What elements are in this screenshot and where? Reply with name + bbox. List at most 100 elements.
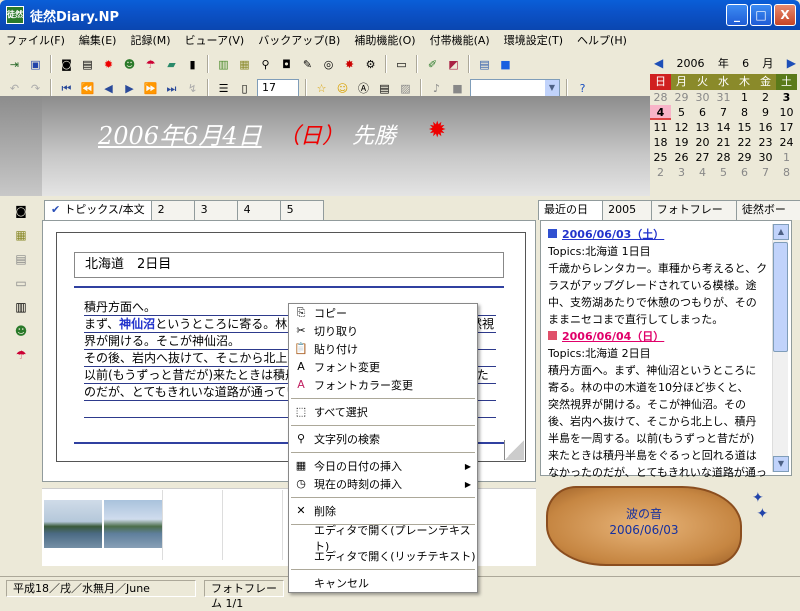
- calendar-day[interactable]: 14: [713, 120, 734, 135]
- calendar-day[interactable]: 27: [692, 150, 713, 165]
- diary-entry-link[interactable]: 2006/06/04（日）: [548, 328, 768, 345]
- media-select[interactable]: [470, 79, 560, 97]
- calendar-day[interactable]: 31: [713, 90, 734, 105]
- last-icon[interactable]: ⏭: [163, 80, 180, 97]
- calendar-day[interactable]: 10: [776, 105, 797, 120]
- smiley-icon[interactable]: ☺: [334, 80, 351, 97]
- context-menu-item[interactable]: ✕ 削除: [289, 502, 477, 520]
- prev-icon[interactable]: ◀: [100, 80, 117, 97]
- chart-icon[interactable]: ◩: [445, 56, 462, 73]
- page-curl-icon[interactable]: [504, 440, 524, 460]
- next-month-icon[interactable]: ▶: [787, 56, 796, 70]
- weather-sun-icon[interactable]: ✹: [428, 120, 450, 142]
- calendar-day[interactable]: 1: [734, 90, 755, 105]
- burst-icon[interactable]: ✸: [341, 56, 358, 73]
- calendar-day[interactable]: 30: [692, 90, 713, 105]
- photo-slot[interactable]: [222, 490, 280, 560]
- scroll-down-icon[interactable]: ▼: [773, 456, 789, 472]
- calendar-day[interactable]: 24: [776, 135, 797, 150]
- calendar-day[interactable]: 21: [713, 135, 734, 150]
- calendar-day[interactable]: 28: [650, 90, 671, 105]
- first-icon[interactable]: ⏮: [58, 80, 75, 97]
- calendar-day[interactable]: 12: [671, 120, 692, 135]
- clipboard-icon[interactable]: ▥: [12, 298, 30, 316]
- jump-icon[interactable]: ↯: [184, 80, 201, 97]
- context-menu-item[interactable]: ⚲ 文字列の検索: [289, 430, 477, 448]
- calendar-day[interactable]: 4: [650, 105, 671, 120]
- calendar-day[interactable]: 5: [713, 165, 734, 180]
- calendar-day[interactable]: 25: [650, 150, 671, 165]
- list-icon[interactable]: ☰: [215, 80, 232, 97]
- calendar-day[interactable]: 9: [755, 105, 776, 120]
- tab-3[interactable]: 3: [193, 200, 238, 220]
- calendar-day[interactable]: 2: [650, 165, 671, 180]
- menu-file[interactable]: ファイル(F): [6, 32, 65, 48]
- calendar-day[interactable]: 18: [650, 135, 671, 150]
- context-menu-item[interactable]: エディタで開く(プレーンテキスト): [289, 524, 477, 553]
- books-icon[interactable]: ▤: [476, 56, 493, 73]
- document-icon[interactable]: ▤: [79, 56, 96, 73]
- menu-record[interactable]: 記録(M): [130, 32, 170, 48]
- save-icon[interactable]: ▣: [27, 56, 44, 73]
- calendar-day[interactable]: 8: [776, 165, 797, 180]
- month-value[interactable]: 6: [742, 57, 749, 70]
- context-menu-item[interactable]: ▦ 今日の日付の挿入 ▶: [289, 457, 477, 475]
- topic-field[interactable]: 北海道 2日目: [74, 252, 504, 278]
- text-doc-icon[interactable]: ▤: [376, 80, 393, 97]
- context-menu-item[interactable]: エディタで開く(リッチテキスト): [289, 547, 477, 565]
- menu-tools[interactable]: 補助機能(O): [354, 32, 415, 48]
- close-button[interactable]: X: [774, 4, 796, 26]
- prev-month-icon[interactable]: ◀: [654, 56, 663, 70]
- tab-board[interactable]: 徒然ボード: [735, 200, 800, 234]
- context-menu-item[interactable]: ⎘ コピー: [289, 304, 477, 322]
- note-icon[interactable]: ▤: [12, 250, 30, 268]
- photo-slot[interactable]: [162, 490, 220, 560]
- umbrella-icon[interactable]: ☂: [142, 56, 159, 73]
- redo-icon[interactable]: ↷: [27, 80, 44, 97]
- diary-entry-link[interactable]: 2006/06/03（土）: [548, 226, 768, 243]
- tab-topics[interactable]: ✔ トピックス/本文: [44, 200, 152, 221]
- layout-icon[interactable]: ▥: [215, 56, 232, 73]
- calendar-day[interactable]: 22: [734, 135, 755, 150]
- scroll-thumb[interactable]: [773, 242, 788, 352]
- calendar-day[interactable]: 6: [692, 105, 713, 120]
- calendar-day[interactable]: 6: [734, 165, 755, 180]
- calendar-day[interactable]: 23: [755, 135, 776, 150]
- calendar-day[interactable]: 26: [671, 150, 692, 165]
- calendar-day[interactable]: 17: [776, 120, 797, 135]
- calendar-day[interactable]: 13: [692, 120, 713, 135]
- calendar-day[interactable]: 29: [671, 90, 692, 105]
- text-style-icon[interactable]: Ⓐ: [355, 80, 372, 97]
- calendar-day[interactable]: 29: [734, 150, 755, 165]
- blue-square-icon[interactable]: ■: [497, 56, 514, 73]
- stop-icon[interactable]: ■: [449, 80, 466, 97]
- edit-icon[interactable]: ✐: [424, 56, 441, 73]
- camera-icon[interactable]: ◙: [58, 56, 75, 73]
- maximize-button[interactable]: □: [750, 4, 772, 26]
- tools-icon[interactable]: ⚙: [362, 56, 379, 73]
- calendar-day[interactable]: 16: [755, 120, 776, 135]
- menu-edit[interactable]: 編集(E): [79, 32, 117, 48]
- calendar-day[interactable]: 1: [776, 150, 797, 165]
- context-menu-item[interactable]: キャンセル: [289, 574, 477, 592]
- image-insert-icon[interactable]: ▨: [397, 80, 414, 97]
- face-icon[interactable]: ☻: [121, 56, 138, 73]
- calendar-day[interactable]: 3: [671, 165, 692, 180]
- star-icon[interactable]: ☆: [313, 80, 330, 97]
- tab-4[interactable]: 4: [236, 200, 281, 220]
- menu-help[interactable]: ヘルプ(H): [577, 32, 627, 48]
- year-value[interactable]: 2006: [677, 57, 705, 70]
- umbrella-icon[interactable]: ☂: [12, 346, 30, 364]
- grid-icon[interactable]: ▦: [236, 56, 253, 73]
- recent-scrollbar[interactable]: ▲ ▼: [772, 224, 789, 472]
- calendar-day[interactable]: 8: [734, 105, 755, 120]
- calendar-day[interactable]: 5: [671, 105, 692, 120]
- face-icon[interactable]: ☻: [12, 322, 30, 340]
- tab-photoframe[interactable]: フォトフレーム: [650, 200, 737, 234]
- context-menu-item[interactable]: ✂ 切り取り: [289, 322, 477, 340]
- tape-icon[interactable]: ▭: [393, 56, 410, 73]
- scroll-up-icon[interactable]: ▲: [773, 224, 789, 240]
- calendar-day[interactable]: 28: [713, 150, 734, 165]
- camera-dropdown-icon[interactable]: ◘: [278, 56, 295, 73]
- import-icon[interactable]: ⇥: [6, 56, 23, 73]
